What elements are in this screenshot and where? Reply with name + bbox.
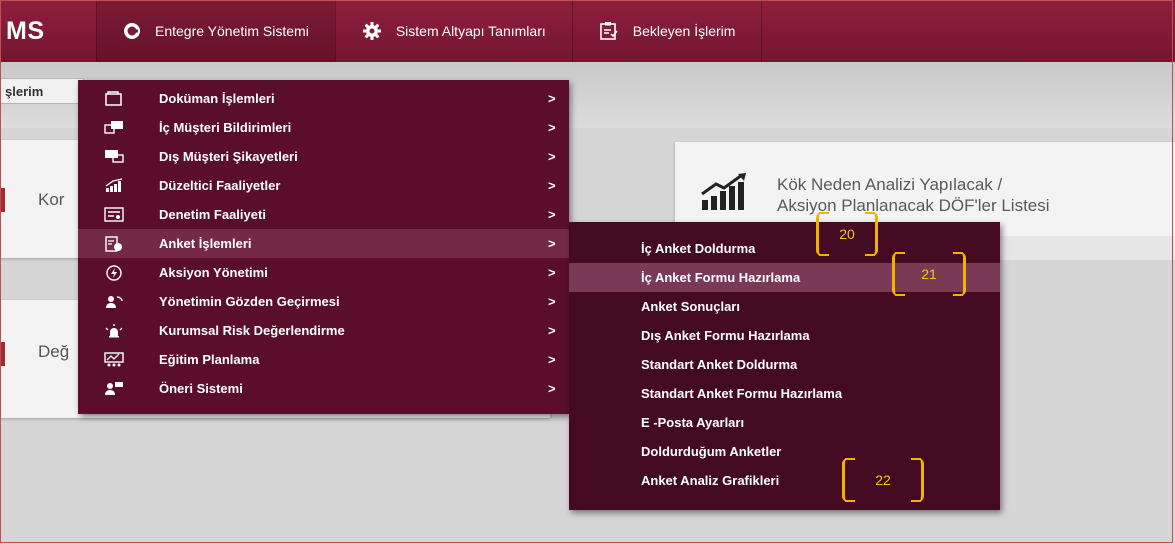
dropdown-menu: Doküman İşlemleri > İç Müşteri Bildiriml…: [78, 80, 569, 414]
nav-sistem-altyapi-tanimlari[interactable]: Sistem Altyapı Tanımları: [334, 0, 572, 62]
menu-item-label: İç Müşteri Bildirimleri: [159, 120, 292, 135]
nav-label: Entegre Yönetim Sistemi: [155, 23, 309, 39]
nav-label: Sistem Altyapı Tanımları: [395, 23, 546, 39]
folder-icon: [104, 90, 124, 107]
nav-label: Bekleyen İşlerim: [632, 23, 736, 39]
chevron-right-icon: >: [548, 236, 556, 251]
menu-item-label: Anket İşlemleri: [159, 236, 252, 251]
menu-item-denetim-faaliyeti[interactable]: Denetim Faaliyeti >: [78, 200, 569, 229]
card-title: Kor: [38, 190, 65, 209]
chat-icon: [104, 119, 124, 136]
menu-item-oneri-sistemi[interactable]: Öneri Sistemi >: [78, 374, 569, 403]
menu-item-label: Aksiyon Yönetimi: [159, 265, 268, 280]
menu-item-dokuman-islemleri[interactable]: Doküman İşlemleri >: [78, 84, 569, 113]
chevron-right-icon: >: [548, 91, 556, 106]
submenu-item-standart-anket-formu-hazirlama[interactable]: Standart Anket Formu Hazırlama: [569, 379, 1000, 408]
chevron-right-icon: >: [548, 178, 556, 193]
submenu-item-doldurdugum-anketler[interactable]: Doldurduğum Anketler: [569, 437, 1000, 466]
chevron-right-icon: >: [548, 120, 556, 135]
menu-item-duzeltici-faaliyetler[interactable]: Düzeltici Faaliyetler >: [78, 171, 569, 200]
menu-item-kurumsal-risk-degerlendirme[interactable]: Kurumsal Risk Değerlendirme >: [78, 316, 569, 345]
review-icon: [104, 293, 124, 310]
menu-item-label: Eğitim Planlama: [159, 352, 260, 367]
nav-bekleyen-islerim[interactable]: Bekleyen İşlerim: [571, 0, 763, 62]
menu-item-label: Denetim Faaliyeti: [159, 207, 266, 222]
card-title: Değ: [38, 342, 70, 361]
callout-21: 21: [892, 252, 966, 296]
nav-entegre-yonetim-sistemi[interactable]: Entegre Yönetim Sistemi: [96, 0, 335, 62]
top-navigation-bar: MS Entegre Yönetim Sistemi Sistem Altyap…: [0, 0, 1175, 62]
menu-item-label: Doküman İşlemleri: [159, 91, 275, 106]
menu-item-label: Öneri Sistemi: [159, 381, 243, 396]
bar-chart-trend-icon: [700, 172, 752, 217]
menu-item-label: Yönetimin Gözden Geçirmesi: [159, 294, 340, 309]
card-marker: [0, 342, 5, 366]
user-comment-icon: [104, 380, 124, 397]
card-title: Kök Neden Analizi Yapılacak / Aksiyon Pl…: [777, 174, 1050, 216]
audit-icon: [104, 206, 124, 223]
message-icon: [104, 148, 124, 165]
callout-22: 22: [842, 458, 924, 502]
clipboard-icon: [599, 21, 619, 41]
chevron-right-icon: >: [548, 352, 556, 367]
breadcrumb-tab[interactable]: şlerim: [0, 78, 84, 104]
chevron-right-icon: >: [548, 381, 556, 396]
menu-item-ic-musteri-bildirimleri[interactable]: İç Müşteri Bildirimleri >: [78, 113, 569, 142]
app-logo[interactable]: MS: [0, 0, 96, 62]
callout-label: 21: [921, 266, 937, 282]
submenu-item-dis-anket-formu-hazirlama[interactable]: Dış Anket Formu Hazırlama: [569, 321, 1000, 350]
callout-20: 20: [816, 212, 878, 256]
callout-label: 20: [839, 226, 855, 242]
chevron-right-icon: >: [548, 294, 556, 309]
card-marker: [0, 188, 5, 212]
callout-label: 22: [875, 472, 891, 488]
submenu-item-anket-analiz-grafikleri[interactable]: Anket Analiz Grafikleri: [569, 466, 1000, 495]
menu-item-anket-islemleri[interactable]: Anket İşlemleri >: [78, 229, 569, 258]
gear-icon: [362, 21, 382, 41]
chevron-right-icon: >: [548, 149, 556, 164]
training-icon: [104, 351, 124, 368]
menu-item-dis-musteri-sikayetleri[interactable]: Dış Müşteri Şikayetleri >: [78, 142, 569, 171]
chevron-right-icon: >: [548, 265, 556, 280]
submenu-item-standart-anket-doldurma[interactable]: Standart Anket Doldurma: [569, 350, 1000, 379]
menu-item-yonetimin-gozden-gecirmesi[interactable]: Yönetimin Gözden Geçirmesi >: [78, 287, 569, 316]
submenu-item-anket-sonuclari[interactable]: Anket Sonuçları: [569, 292, 1000, 321]
circle-logo-icon: [123, 22, 141, 40]
card-title-line-1: Kök Neden Analizi Yapılacak /: [777, 175, 1003, 194]
menu-item-label: Dış Müşteri Şikayetleri: [159, 149, 298, 164]
menu-item-egitim-planlama[interactable]: Eğitim Planlama >: [78, 345, 569, 374]
alarm-icon: [104, 322, 124, 339]
chevron-right-icon: >: [548, 207, 556, 222]
survey-icon: [104, 235, 124, 252]
menu-item-aksiyon-yonetimi[interactable]: Aksiyon Yönetimi >: [78, 258, 569, 287]
chevron-right-icon: >: [548, 323, 556, 338]
submenu-item-e-posta-ayarlari[interactable]: E -Posta Ayarları: [569, 408, 1000, 437]
bar-chart-icon: [104, 177, 124, 194]
menu-item-label: Kurumsal Risk Değerlendirme: [159, 323, 345, 338]
lightning-circle-icon: [104, 264, 124, 281]
menu-item-label: Düzeltici Faaliyetler: [159, 178, 281, 193]
